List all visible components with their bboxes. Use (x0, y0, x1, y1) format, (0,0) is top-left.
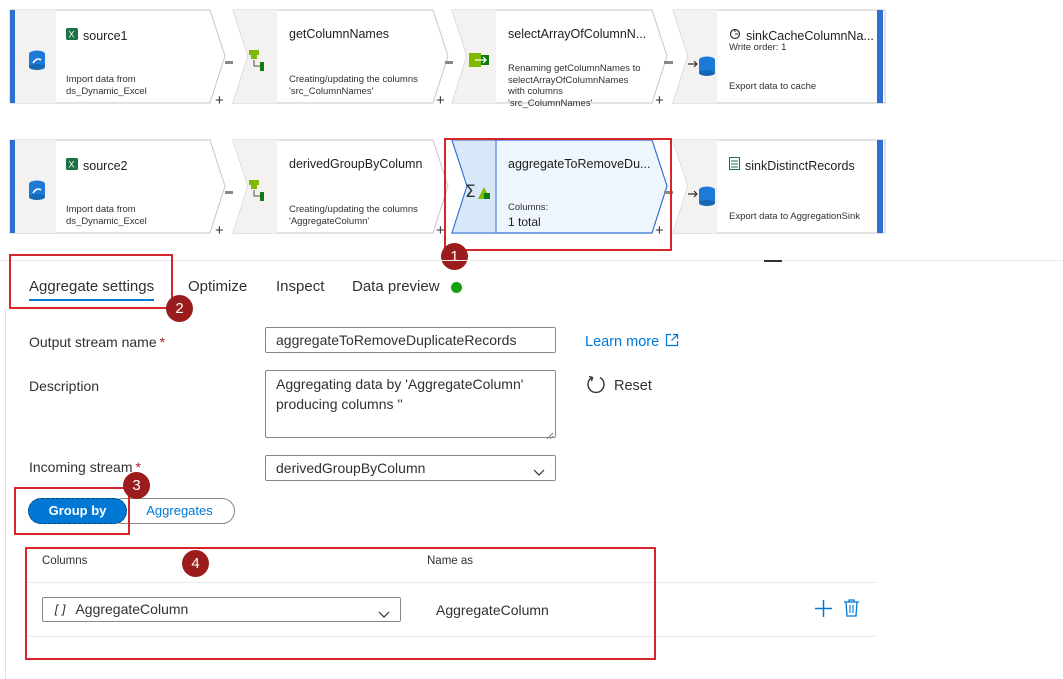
node-description: Import data from ds_Dynamic_Excel (66, 74, 147, 97)
output-stream-input[interactable]: aggregateToRemoveDuplicateRecords (265, 327, 556, 353)
callout-badge-3: 3 (123, 472, 150, 499)
node-selectarrayofcolumnnames[interactable]: selectArrayOfColumnN... Renaming getColu… (451, 9, 668, 109)
table-row-divider (28, 636, 876, 637)
node-title: sinkDistinctRecords (745, 159, 855, 173)
connector-line (664, 191, 673, 194)
reset-button[interactable]: Reset (586, 374, 652, 398)
sink-indicator (877, 140, 883, 233)
node-title: getColumnNames (289, 27, 390, 41)
node-description: Export data to cache (729, 81, 817, 92)
aggregates-toggle[interactable]: Aggregates (110, 498, 235, 524)
svg-text:Σ: Σ (465, 182, 476, 200)
learn-more-text: Learn more (585, 334, 660, 350)
node-columns-label: Columns: (508, 202, 549, 213)
derived-column-icon (245, 180, 267, 207)
group-by-toggle[interactable]: Group by (28, 498, 127, 524)
column-header-name-as: Name as (427, 555, 474, 567)
description-textarea[interactable]: Aggregating data by 'AggregateColumn' pr… (265, 370, 556, 438)
required-mark: * (159, 334, 166, 350)
connector-line (225, 191, 233, 194)
sink-arrow-icon (688, 186, 718, 213)
node-aggregatetoremoveduplicaterecords[interactable]: Σ aggregateToRemoveDu... Columns: 1 tota… (451, 139, 668, 238)
database-icon (28, 50, 46, 75)
node-title: source1 (83, 29, 128, 43)
tab-data-preview[interactable]: Data preview (352, 278, 440, 295)
reset-icon (586, 374, 606, 398)
add-transform-icon[interactable]: + (436, 93, 445, 108)
output-stream-label: Output stream name * (29, 334, 165, 350)
sink-arrow-icon (688, 56, 718, 83)
label-text: Output stream name (29, 334, 157, 350)
description-label: Description (29, 378, 100, 394)
panel-left-border (5, 310, 6, 679)
node-source1[interactable]: X source1 Import data from ds_Dynamic_Ex… (9, 9, 226, 108)
svg-text:X: X (69, 160, 75, 170)
incoming-stream-label: Incoming stream * (29, 459, 141, 475)
chevron-down-icon (378, 606, 390, 622)
node-sinkcachecolumnnames[interactable]: sinkCacheColumnNa... Write order: 1 Expo… (672, 9, 886, 104)
column-select-value: AggregateColumn (75, 601, 189, 617)
excel-icon: X (66, 157, 78, 175)
node-derivedgroupbycolumn[interactable]: derivedGroupByColumn Creating/updating t… (232, 139, 449, 238)
add-transform-icon[interactable]: + (655, 223, 664, 238)
label-text: Incoming stream (29, 459, 133, 475)
callout-badge-1: 1 (441, 243, 468, 270)
database-icon (28, 180, 46, 205)
node-title: aggregateToRemoveDu... (508, 157, 651, 171)
learn-more-link[interactable]: Learn more (585, 333, 679, 351)
array-type-icon: [] (53, 603, 68, 617)
node-description: Renaming getColumnNames to selectArrayOf… (508, 63, 641, 109)
node-title: source2 (83, 159, 128, 173)
connector-line (664, 61, 673, 64)
node-sinkdistinctrecords[interactable]: sinkDistinctRecords Export data to Aggre… (672, 139, 886, 234)
aggregate-icon: Σ (465, 182, 491, 205)
panel-divider (0, 260, 1063, 261)
node-description: Creating/updating the columns 'Aggregate… (289, 204, 418, 227)
derived-column-icon (245, 50, 267, 77)
add-transform-icon[interactable]: + (436, 223, 445, 238)
node-getcolumnnames[interactable]: getColumnNames Creating/updating the col… (232, 9, 449, 108)
table-header-divider (28, 582, 876, 583)
node-description: Import data from ds_Dynamic_Excel (66, 204, 147, 227)
node-description: Creating/updating the columns 'src_Colum… (289, 74, 418, 97)
reset-text: Reset (614, 378, 652, 394)
column-header-columns: Columns (42, 555, 88, 567)
open-external-icon (665, 333, 679, 351)
callout-badge-4: 4 (182, 550, 209, 577)
add-icon[interactable] (815, 600, 832, 622)
node-columns-count: 1 total (508, 215, 541, 229)
node-title: derivedGroupByColumn (289, 157, 423, 171)
delete-icon[interactable] (844, 599, 859, 622)
column-select[interactable]: [] AggregateColumn (42, 597, 401, 622)
select-icon (469, 53, 489, 72)
pipeline-row-1: X source1 Import data from ds_Dynamic_Ex… (0, 0, 1063, 120)
dataset-icon (729, 157, 740, 175)
node-title: sinkCacheColumnNa... (746, 29, 874, 43)
node-title: selectArrayOfColumnN... (508, 27, 647, 41)
status-dot-icon (451, 282, 462, 293)
tab-aggregate-settings[interactable]: Aggregate settings (29, 278, 155, 301)
sink-indicator (877, 10, 883, 103)
add-transform-icon[interactable]: + (215, 93, 224, 108)
node-write-order: Write order: 1 (729, 42, 787, 53)
splitter-handle[interactable] (764, 260, 782, 262)
tab-inspect[interactable]: Inspect (276, 278, 324, 295)
callout-badge-2: 2 (166, 295, 193, 322)
select-value: derivedGroupByColumn (276, 460, 426, 476)
svg-text:X: X (69, 30, 75, 40)
tab-optimize[interactable]: Optimize (188, 278, 247, 295)
name-as-value[interactable]: AggregateColumn (436, 602, 549, 618)
excel-icon: X (66, 27, 78, 45)
chevron-down-icon (533, 464, 545, 480)
node-description: Export data to AggregationSink (729, 211, 860, 222)
incoming-stream-select[interactable]: derivedGroupByColumn (265, 455, 556, 481)
add-transform-icon[interactable]: + (655, 93, 664, 108)
node-source2[interactable]: X source2 Import data from ds_Dynamic_Ex… (9, 139, 226, 238)
connector-line (225, 61, 233, 64)
add-transform-icon[interactable]: + (215, 223, 224, 238)
textarea-resize-icon[interactable] (545, 427, 554, 445)
pipeline-row-2: X source2 Import data from ds_Dynamic_Ex… (0, 130, 1063, 250)
